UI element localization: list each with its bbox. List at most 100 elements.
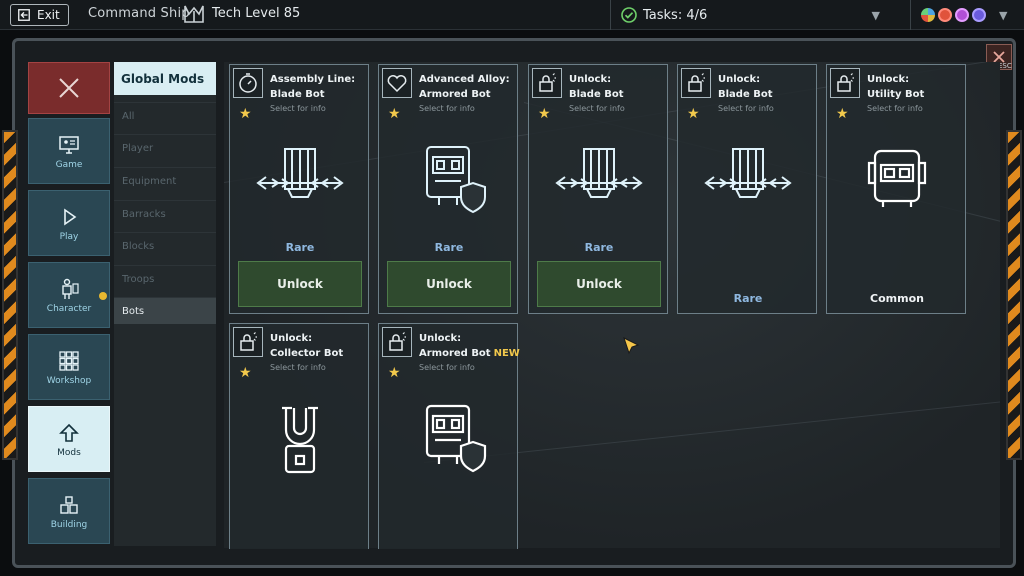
star-icon: ★ <box>836 106 849 122</box>
card-title-line1: Unlock: <box>718 74 761 85</box>
card-header: Unlock: Armored Bot NEW Select for info ★ <box>379 324 520 384</box>
nav-label: Character <box>46 303 92 314</box>
card-title-line1: Unlock: <box>270 333 313 344</box>
tech-level: Tech Level 85 <box>212 6 301 21</box>
nav-item-mods[interactable]: Mods <box>28 406 110 472</box>
resource-violet-icon <box>972 8 986 22</box>
mod-card-unlock-blade-bot[interactable]: Unlock: Blade Bot Select for info ★ Rare… <box>528 64 668 314</box>
category-barracks[interactable]: Barracks <box>114 200 216 227</box>
mod-card-unlock-utility-bot[interactable]: Unlock: Utility Bot Select for info ★ Co… <box>826 64 966 314</box>
blade-bot-icon <box>704 148 792 198</box>
left-nav: Game Play Character Workshop Mods Buildi… <box>28 62 112 546</box>
close-icon <box>59 78 79 98</box>
resource-blue-icon <box>921 8 935 22</box>
lock-icon <box>830 68 860 98</box>
lock-icon <box>681 68 711 98</box>
armored-bot-icon <box>426 146 486 214</box>
card-title-line2: Armored Bot <box>419 89 491 100</box>
card-title-line2: Blade Bot <box>270 89 325 100</box>
card-header: Advanced Alloy: Armored Bot Select for i… <box>379 65 519 125</box>
resource-tray[interactable]: ▼ <box>910 0 1024 30</box>
card-title-line2: Collector Bot <box>270 348 344 359</box>
card-subtitle: Select for info <box>867 104 923 113</box>
exit-button[interactable]: Exit <box>10 4 69 26</box>
nav-item-character[interactable]: Character <box>28 262 110 328</box>
category-equipment[interactable]: Equipment <box>114 167 216 194</box>
blade-bot-icon <box>256 148 344 198</box>
hazard-stripe-right <box>1006 130 1022 460</box>
unlock-button[interactable]: Unlock <box>537 261 661 307</box>
star-icon: ★ <box>388 365 401 381</box>
mod-card-unlock-armored-bot[interactable]: Unlock: Armored Bot NEW Select for info ★ <box>378 323 520 549</box>
star-icon: ★ <box>388 106 401 122</box>
card-title-line2: Utility Bot <box>867 89 925 100</box>
mouse-cursor-icon <box>623 337 640 355</box>
category-player[interactable]: Player <box>114 134 216 161</box>
exit-label: Exit <box>37 8 60 22</box>
card-header: Assembly Line: Blade Bot Select for info… <box>230 65 370 125</box>
mod-card-advanced-alloy-armored-bot[interactable]: Advanced Alloy: Armored Bot Select for i… <box>378 64 518 314</box>
card-header: Unlock: Collector Bot Select for info ★ <box>230 324 370 384</box>
tasks-dropdown[interactable]: Tasks: 4/6 ▼ <box>610 0 890 30</box>
close-button[interactable] <box>28 62 110 114</box>
category-blocks[interactable]: Blocks <box>114 232 216 259</box>
card-header: Unlock: Blade Bot Select for info ★ <box>529 65 669 125</box>
unlock-button[interactable]: Unlock <box>387 261 511 307</box>
card-title-line1: Assembly Line: <box>270 74 356 85</box>
character-icon <box>62 278 79 299</box>
star-icon: ★ <box>239 106 252 122</box>
lock-icon <box>233 327 263 357</box>
top-bar: Exit Command Ship Tech Level 85 Tasks: 4… <box>0 0 1024 30</box>
mod-card-unlock-collector-bot[interactable]: Unlock: Collector Bot Select for info ★ <box>229 323 369 549</box>
mod-card-assembly-line-blade-bot[interactable]: Assembly Line: Blade Bot Select for info… <box>229 64 369 314</box>
rarity-label: Rare <box>285 241 315 254</box>
monitor-icon <box>59 135 79 154</box>
rarity-label: Rare <box>584 241 614 254</box>
nav-item-play[interactable]: Play <box>28 190 110 256</box>
star-icon: ★ <box>538 106 551 122</box>
ship-title: Command Ship <box>88 6 190 21</box>
armored-bot-icon <box>425 404 487 473</box>
tech-emblem-icon <box>184 5 204 23</box>
resource-red-icon <box>938 8 952 22</box>
card-subtitle: Select for info <box>270 104 326 113</box>
nav-label: Workshop <box>46 375 92 386</box>
mods-category-list: Global Mods All Player Equipment Barrack… <box>114 62 216 546</box>
card-subtitle: Select for info <box>419 363 475 372</box>
category-all[interactable]: All <box>114 102 216 129</box>
resource-purple-icon <box>955 8 969 22</box>
heart-icon <box>382 68 412 98</box>
card-subtitle: Select for info <box>569 104 625 113</box>
mod-card-unlock-blade-bot-2[interactable]: Unlock: Blade Bot Select for info ★ Rare <box>677 64 817 314</box>
chevron-down-icon: ▼ <box>871 9 880 22</box>
category-troops[interactable]: Troops <box>114 265 216 292</box>
lock-icon <box>382 327 412 357</box>
rarity-label: Common <box>870 292 924 305</box>
nav-item-game[interactable]: Game <box>28 118 110 184</box>
category-bots[interactable]: Bots <box>114 297 216 324</box>
chevron-down-icon[interactable]: ▼ <box>999 9 1007 22</box>
unlock-button[interactable]: Unlock <box>238 261 362 307</box>
utility-bot-icon <box>867 149 927 207</box>
card-title-line2: Blade Bot <box>569 89 624 100</box>
nav-item-workshop[interactable]: Workshop <box>28 334 110 400</box>
card-subtitle: Select for info <box>270 363 326 372</box>
exit-icon <box>18 9 30 21</box>
new-badge: NEW <box>493 348 520 359</box>
rarity-label: Rare <box>733 292 763 305</box>
nav-item-building[interactable]: Building <box>28 478 110 544</box>
collector-bot-icon <box>282 406 318 474</box>
nav-label: Play <box>59 231 79 242</box>
card-title-line1: Unlock: <box>867 74 910 85</box>
category-header[interactable]: Global Mods <box>114 62 216 95</box>
lock-icon <box>532 68 562 98</box>
check-circle-icon <box>621 7 637 23</box>
card-title-line2: Armored Bot NEW <box>419 348 520 359</box>
grid-icon <box>59 350 79 371</box>
card-header: Unlock: Blade Bot Select for info ★ <box>678 65 818 125</box>
rarity-label: Rare <box>434 241 464 254</box>
card-header: Unlock: Utility Bot Select for info ★ <box>827 65 967 125</box>
building-icon <box>60 495 78 514</box>
esc-label: ESC <box>998 62 1012 70</box>
hazard-stripe-left <box>2 130 18 460</box>
